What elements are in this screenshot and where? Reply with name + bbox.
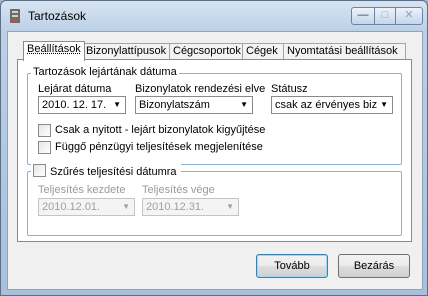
chevron-down-icon: ▼ <box>122 202 130 211</box>
chevron-down-icon: ▼ <box>380 100 388 109</box>
start-date-value: 2010.12.01. <box>42 201 101 213</box>
chevron-down-icon: ▼ <box>226 202 234 211</box>
minimize-button[interactable]: — <box>351 7 375 25</box>
tab-cegek[interactable]: Cégek <box>242 43 286 60</box>
sort-value: Bizonylatszám <box>139 99 210 111</box>
close-window-button[interactable]: ✕ <box>395 7 423 25</box>
close-button[interactable]: Bezárás <box>338 254 410 278</box>
tab-bizonylattipusok[interactable]: Bizonylattípusok <box>82 43 172 60</box>
window-title: Tartozások <box>28 9 87 23</box>
status-select[interactable]: csak az érvényes biz ▼ <box>271 96 393 114</box>
sort-select[interactable]: Bizonylatszám ▼ <box>135 96 253 114</box>
open-expired-checkbox[interactable] <box>38 124 51 137</box>
due-date-label: Lejárat dátuma <box>38 83 112 95</box>
status-label: Státusz <box>271 83 308 95</box>
chevron-down-icon: ▼ <box>240 100 248 109</box>
chevron-down-icon: ▼ <box>113 100 121 109</box>
maximize-button[interactable]: □ <box>374 7 396 25</box>
filter-checkbox[interactable] <box>33 164 46 177</box>
tab-nyomtatasi-beallitasok[interactable]: Nyomtatási beállítások <box>283 43 406 60</box>
pending-checkbox[interactable] <box>38 141 51 154</box>
title-bar[interactable]: Tartozások — □ ✕ <box>1 1 427 31</box>
tab-cegcsoportok[interactable]: Cégcsoportok <box>169 43 245 60</box>
filter-legend-label[interactable]: Szűrés teljesítési dátumra <box>50 166 177 178</box>
filter-legend: Szűrés teljesítési dátumra <box>31 164 181 178</box>
start-date-label: Teljesítés kezdete <box>38 184 126 196</box>
pending-label[interactable]: Függő pénzügyi teljesítések megjelenítés… <box>55 141 263 153</box>
tab-beallitasok[interactable]: Beállítások <box>23 41 85 61</box>
open-expired-label[interactable]: Csak a nyitott - lejárt bizonylatok kigy… <box>55 124 265 136</box>
due-date-picker[interactable]: 2010. 12. 17. ▼ <box>38 96 126 114</box>
start-date-picker[interactable]: 2010.12.01. ▼ <box>38 198 135 216</box>
end-date-value: 2010.12.31. <box>146 201 205 213</box>
app-icon <box>10 9 20 23</box>
sort-label: Bizonylatok rendezési elve <box>135 83 266 95</box>
due-date-value: 2010. 12. 17. <box>42 99 107 111</box>
next-button[interactable]: Tovább <box>256 254 328 278</box>
end-date-label: Teljesítés vége <box>142 184 215 196</box>
status-value: csak az érvényes biz <box>275 99 378 111</box>
due-date-legend: Tartozások lejártának dátuma <box>31 66 179 78</box>
settings-panel: Tartozások lejártának dátuma Lejárat dát… <box>17 59 412 242</box>
end-date-picker[interactable]: 2010.12.31. ▼ <box>142 198 239 216</box>
